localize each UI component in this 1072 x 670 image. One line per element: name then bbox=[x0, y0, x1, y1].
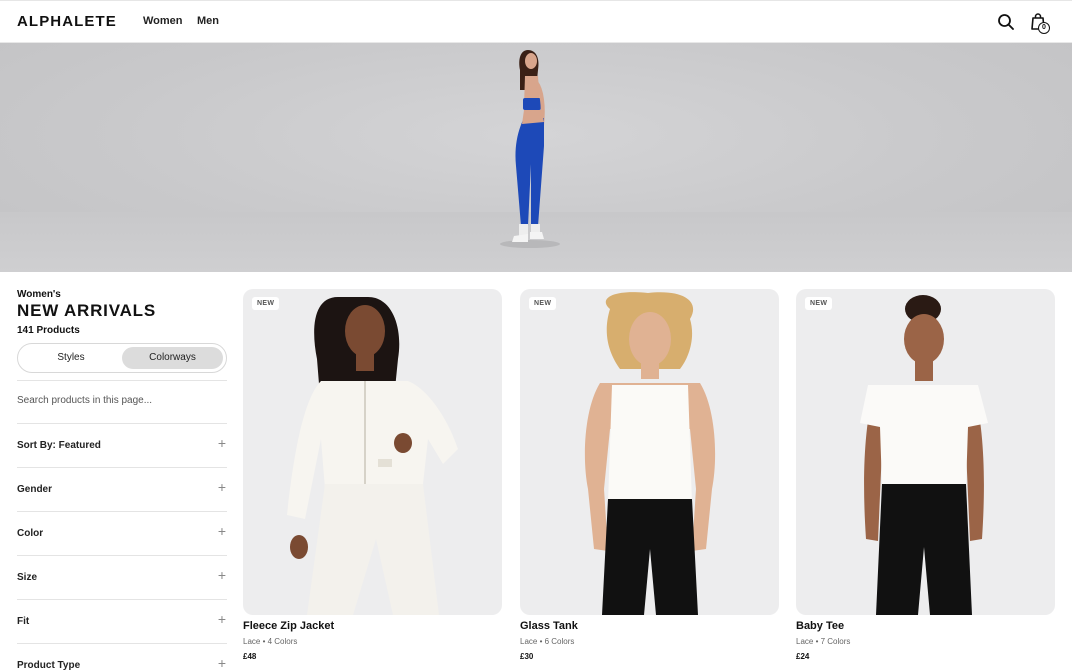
product-name[interactable]: Baby Tee bbox=[796, 620, 844, 632]
filter-fit[interactable]: Fit + bbox=[17, 599, 227, 643]
product-image[interactable]: NEW bbox=[796, 289, 1055, 615]
product-search-input[interactable] bbox=[17, 395, 217, 406]
hero-banner[interactable] bbox=[0, 43, 1072, 272]
filter-sort[interactable]: Sort By: Featured + bbox=[17, 423, 227, 467]
cart-count-badge: 0 bbox=[1038, 22, 1050, 34]
new-badge: NEW bbox=[805, 297, 833, 310]
filter-product-type[interactable]: Product Type + bbox=[17, 643, 227, 670]
page-title: NEW ARRIVALS bbox=[17, 301, 156, 320]
product-name[interactable]: Fleece Zip Jacket bbox=[243, 620, 334, 632]
plus-icon: + bbox=[217, 523, 226, 539]
hero-model-image bbox=[500, 50, 560, 248]
product-meta: Lace • 6 Colors bbox=[520, 637, 575, 646]
product-meta: Lace • 4 Colors bbox=[243, 637, 298, 646]
filter-label: Fit bbox=[17, 616, 30, 627]
tee-model-image bbox=[860, 295, 988, 615]
filter-gender[interactable]: Gender + bbox=[17, 467, 227, 511]
filter-label: Size bbox=[17, 572, 38, 583]
plus-icon: + bbox=[217, 567, 226, 583]
product-price: £30 bbox=[520, 652, 534, 661]
jacket-model-image bbox=[287, 297, 458, 615]
search-row bbox=[17, 380, 227, 423]
plus-icon: + bbox=[217, 479, 226, 495]
filter-label: Product Type bbox=[17, 660, 81, 670]
product-price: £24 bbox=[796, 652, 810, 661]
toggle-colorways[interactable]: Colorways bbox=[122, 347, 223, 369]
view-toggle: Styles Colorways bbox=[17, 343, 227, 373]
brand-logo[interactable]: ALPHALETE bbox=[17, 13, 117, 30]
new-badge: NEW bbox=[252, 297, 280, 310]
product-image[interactable]: NEW bbox=[243, 289, 502, 615]
site-header: ALPHALETE Women Men 0 bbox=[0, 0, 1072, 43]
category-eyebrow: Women's bbox=[17, 289, 61, 300]
plus-icon: + bbox=[217, 435, 226, 451]
filter-label: Color bbox=[17, 528, 44, 539]
toggle-styles[interactable]: Styles bbox=[21, 347, 121, 369]
plus-icon: + bbox=[217, 655, 226, 670]
search-icon[interactable] bbox=[996, 12, 1016, 32]
product-price: £48 bbox=[243, 652, 257, 661]
product-name[interactable]: Glass Tank bbox=[520, 620, 578, 632]
new-badge: NEW bbox=[529, 297, 557, 310]
product-meta: Lace • 7 Colors bbox=[796, 637, 851, 646]
nav-women[interactable]: Women bbox=[143, 15, 183, 27]
nav-men[interactable]: Men bbox=[197, 15, 219, 27]
filter-label: Gender bbox=[17, 484, 53, 495]
filter-size[interactable]: Size + bbox=[17, 555, 227, 599]
product-count: 141 Products bbox=[17, 325, 80, 336]
product-image[interactable]: NEW bbox=[520, 289, 779, 615]
plus-icon: + bbox=[217, 611, 226, 627]
filter-label: Sort By: Featured bbox=[17, 440, 101, 451]
tank-model-image bbox=[584, 292, 716, 615]
filter-color[interactable]: Color + bbox=[17, 511, 227, 555]
